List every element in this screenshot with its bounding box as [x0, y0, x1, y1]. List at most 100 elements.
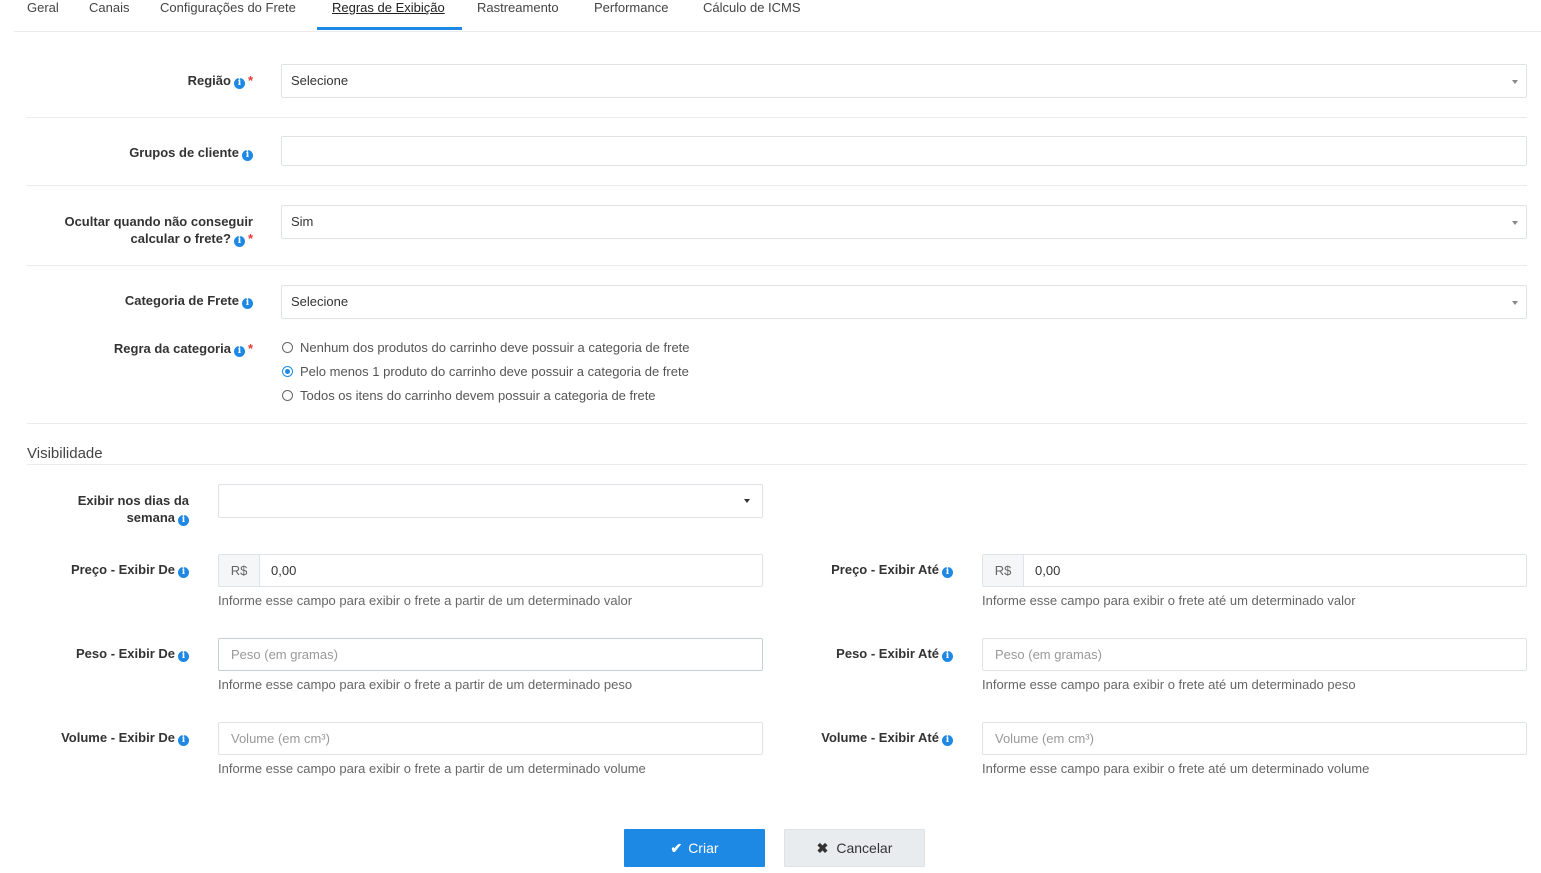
- radio-button-selected[interactable]: [282, 366, 293, 377]
- chevron-down-icon: [744, 499, 750, 503]
- preco-de-input[interactable]: R$ 0,00: [218, 554, 763, 587]
- grupos-label-text: Grupos de cliente: [129, 145, 239, 160]
- info-icon[interactable]: i: [242, 298, 253, 309]
- info-icon[interactable]: i: [233, 346, 245, 357]
- tab-regras-exibicao[interactable]: Regras de Exibição: [332, 0, 445, 30]
- grupos-label: Grupos de cliente i: [129, 144, 253, 161]
- regiao-label-text: Região: [187, 73, 231, 88]
- tab-rastreamento[interactable]: Rastreamento: [477, 0, 559, 30]
- tab-bar: Geral Canais Configurações do Frete Regr…: [14, 0, 1541, 32]
- categoria-label-text: Categoria de Frete: [124, 293, 239, 308]
- radio-label: Todos os itens do carrinho devem possuir…: [300, 388, 656, 403]
- info-icon[interactable]: i: [942, 567, 953, 578]
- volume-ate-label-text: Volume - Exibir Até: [821, 730, 939, 745]
- preco-ate-hint: Informe esse campo para exibir o frete a…: [982, 593, 1356, 608]
- tab-canais[interactable]: Canais: [89, 0, 129, 30]
- active-tab-indicator: [317, 27, 462, 30]
- ocultar-label-line1: Ocultar quando não conseguir: [64, 214, 253, 229]
- volume-de-label: Volume - Exibir De i: [61, 729, 189, 746]
- peso-de-input[interactable]: Peso (em gramas): [218, 638, 763, 671]
- divider: [27, 117, 1527, 118]
- preco-de-label-text: Preço - Exibir De: [70, 562, 175, 577]
- preco-de-value: 0,00: [271, 563, 297, 578]
- volume-ate-hint: Informe esse campo para exibir o frete a…: [982, 761, 1370, 776]
- peso-de-hint: Informe esse campo para exibir o frete a…: [218, 677, 633, 692]
- volume-ate-placeholder: Volume (em cm³): [995, 731, 1094, 746]
- categoria-select-value: Selecione: [291, 294, 349, 309]
- preco-ate-input[interactable]: R$ 0,00: [982, 554, 1527, 587]
- ocultar-label-line2: calcular o frete?: [130, 231, 231, 246]
- info-icon[interactable]: i: [233, 78, 245, 89]
- info-icon[interactable]: i: [178, 651, 189, 662]
- info-icon[interactable]: i: [942, 651, 953, 662]
- preco-ate-value: 0,00: [1035, 563, 1061, 578]
- dias-label-line1: Exibir nos dias da: [77, 493, 189, 508]
- ocultar-select-value: Sim: [291, 214, 314, 229]
- chevron-down-icon: [1512, 80, 1518, 84]
- radio-label: Nenhum dos produtos do carrinho deve pos…: [300, 340, 690, 355]
- peso-ate-placeholder: Peso (em gramas): [995, 647, 1102, 662]
- currency-prefix: R$: [983, 555, 1024, 586]
- tab-performance[interactable]: Performance: [594, 0, 668, 30]
- criar-button[interactable]: ✔ Criar: [624, 829, 765, 867]
- cancelar-button[interactable]: ✖ Cancelar: [784, 829, 925, 867]
- regra-option-pelo-menos-1[interactable]: Pelo menos 1 produto do carrinho deve po…: [282, 364, 689, 380]
- volume-de-hint: Informe esse campo para exibir o frete a…: [218, 761, 646, 776]
- categoria-frete-select[interactable]: Selecione: [281, 285, 1527, 319]
- criar-button-label: Criar: [688, 840, 719, 856]
- peso-ate-input[interactable]: Peso (em gramas): [982, 638, 1527, 671]
- regiao-select-value: Selecione: [291, 73, 349, 88]
- radio-label: Pelo menos 1 produto do carrinho deve po…: [300, 364, 689, 379]
- close-icon: ✖: [816, 840, 829, 856]
- preco-ate-label: Preço - Exibir Até i: [831, 561, 953, 578]
- radio-button[interactable]: [282, 390, 293, 401]
- regra-option-nenhum[interactable]: Nenhum dos produtos do carrinho deve pos…: [282, 340, 690, 356]
- preco-de-label: Preço - Exibir De i: [71, 561, 189, 578]
- radio-button[interactable]: [282, 342, 293, 353]
- volume-de-input[interactable]: Volume (em cm³): [218, 722, 763, 755]
- dias-semana-select[interactable]: [218, 484, 763, 518]
- chevron-down-icon: [1512, 221, 1518, 225]
- grupos-cliente-input[interactable]: [281, 136, 1527, 166]
- peso-de-label-text: Peso - Exibir De: [76, 646, 175, 661]
- dias-label-line2: semana: [126, 510, 175, 525]
- required-marker: *: [247, 231, 253, 246]
- tab-calculo-icms[interactable]: Cálculo de ICMS: [703, 0, 801, 30]
- dias-label: Exibir nos dias da semana i: [78, 492, 189, 526]
- info-icon[interactable]: i: [942, 735, 953, 746]
- section-title-visibilidade: Visibilidade: [27, 445, 103, 462]
- info-icon[interactable]: i: [233, 236, 245, 247]
- volume-ate-input[interactable]: Volume (em cm³): [982, 722, 1527, 755]
- divider: [27, 265, 1527, 266]
- preco-de-hint: Informe esse campo para exibir o frete a…: [218, 593, 633, 608]
- required-marker: *: [247, 341, 253, 356]
- divider: [27, 423, 1527, 424]
- info-icon[interactable]: i: [178, 567, 189, 578]
- peso-de-placeholder: Peso (em gramas): [231, 647, 338, 662]
- section-divider: [27, 464, 1527, 465]
- tab-geral[interactable]: Geral: [27, 0, 59, 30]
- regra-label: Regra da categoria i *: [114, 340, 253, 357]
- regra-label-text: Regra da categoria: [113, 341, 231, 356]
- required-marker: *: [247, 73, 253, 88]
- tab-configuracoes-frete[interactable]: Configurações do Frete: [160, 0, 296, 30]
- divider: [27, 185, 1527, 186]
- peso-ate-label: Peso - Exibir Até i: [836, 645, 953, 662]
- info-icon[interactable]: i: [178, 735, 189, 746]
- ocultar-select[interactable]: Sim: [281, 205, 1527, 239]
- currency-prefix: R$: [219, 555, 260, 586]
- ocultar-label: Ocultar quando não conseguir calcular o …: [64, 213, 253, 247]
- check-icon: ✔: [670, 840, 683, 856]
- volume-de-label-text: Volume - Exibir De: [61, 730, 175, 745]
- info-icon[interactable]: i: [242, 150, 253, 161]
- volume-de-placeholder: Volume (em cm³): [231, 731, 330, 746]
- info-icon[interactable]: i: [178, 515, 189, 526]
- peso-de-label: Peso - Exibir De i: [76, 645, 189, 662]
- chevron-down-icon: [1512, 301, 1518, 305]
- regra-option-todos[interactable]: Todos os itens do carrinho devem possuir…: [282, 388, 656, 404]
- peso-ate-label-text: Peso - Exibir Até: [836, 646, 939, 661]
- peso-ate-hint: Informe esse campo para exibir o frete a…: [982, 677, 1356, 692]
- preco-ate-label-text: Preço - Exibir Até: [831, 562, 939, 577]
- regiao-select[interactable]: Selecione: [281, 64, 1527, 98]
- volume-ate-label: Volume - Exibir Até i: [821, 729, 953, 746]
